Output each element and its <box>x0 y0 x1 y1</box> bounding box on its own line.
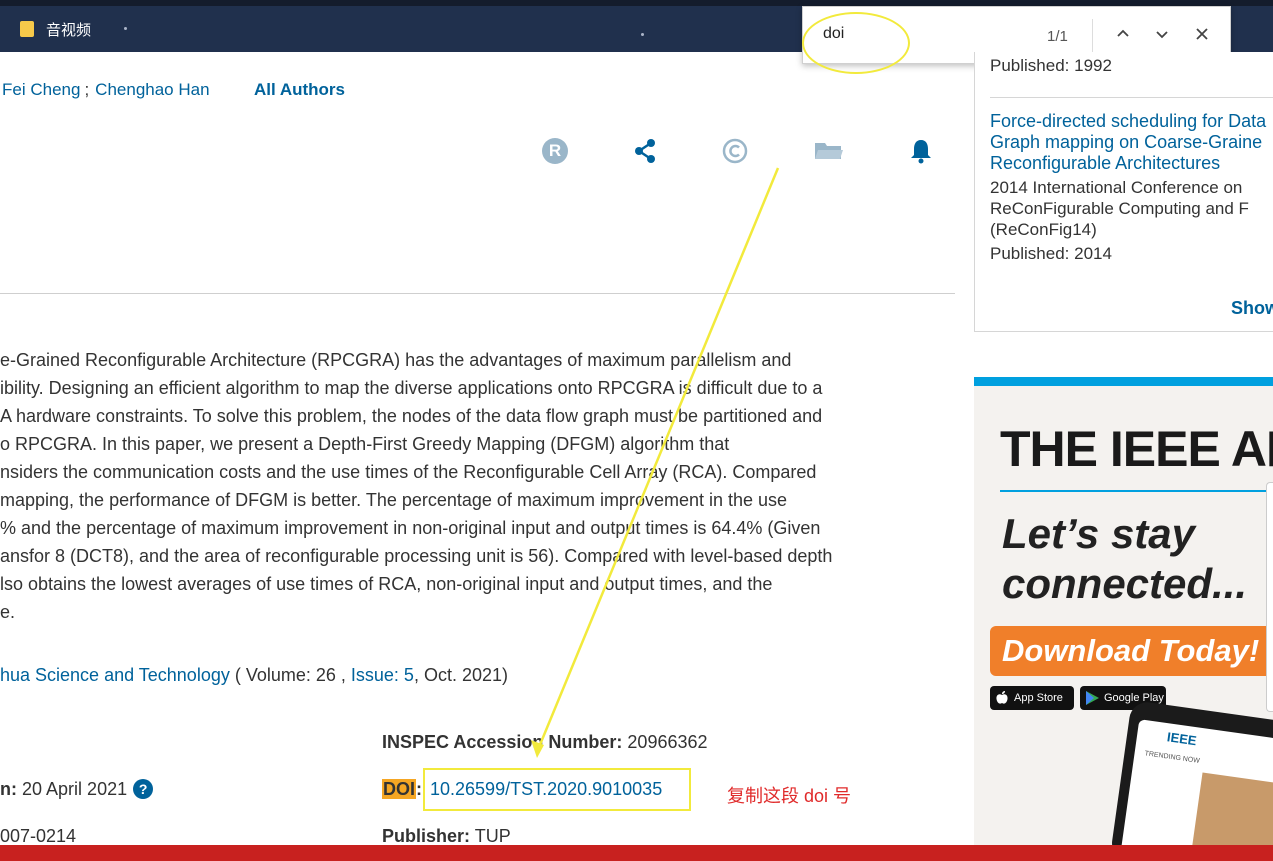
abstract-line: mapping, the performance of DFGM is bett… <box>0 490 788 510</box>
abstract-line: e. <box>0 602 16 622</box>
bookmark-dot-icon <box>124 27 127 30</box>
app-store-label: App Store <box>1014 692 1063 704</box>
chevron-down-icon <box>1156 31 1168 39</box>
bookmark-dot-icon <box>641 33 644 36</box>
phone-section: TRENDING NOW <box>1144 750 1201 765</box>
close-icon <box>1196 28 1208 40</box>
abstract-line: nsiders the communication costs and the … <box>0 462 817 482</box>
abstract-line: ibility. Designing an efficient algorith… <box>0 378 823 398</box>
ad-tagline: Let’s stay <box>1002 510 1195 557</box>
abstract-text: e-Grained Reconfigurable Architecture (R… <box>0 346 945 626</box>
pubdate-label: n: <box>0 779 17 799</box>
pubdate-value: 20 April 2021 <box>22 779 128 799</box>
publisher-label: Publisher: <box>382 826 471 846</box>
issue-date: , Oct. 2021) <box>413 665 508 685</box>
author-link[interactable]: Fei Cheng <box>2 80 80 99</box>
ad-divider <box>1000 490 1273 492</box>
bottom-bar <box>0 845 1273 861</box>
phone-photo <box>1189 772 1273 845</box>
find-divider <box>1092 19 1093 53</box>
related-divider <box>990 97 1273 98</box>
apple-icon <box>996 691 1008 704</box>
publication-info: hua Science and Technology ( Volume: 26 … <box>0 665 508 686</box>
abstract-line: lso obtains the lowest averages of use t… <box>0 574 773 594</box>
publisher: Publisher: TUP <box>382 826 511 847</box>
app-store-badge[interactable]: App Store <box>990 686 1074 710</box>
find-previous-button[interactable] <box>1109 21 1137 49</box>
ieee-app-ad[interactable]: THE IEEE AP Let’s stay connected... Down… <box>974 386 1273 845</box>
side-scroll-tab[interactable] <box>1266 482 1273 712</box>
folder-icon[interactable] <box>20 21 34 37</box>
related-title-line: Reconfigurable Architectures <box>990 153 1221 173</box>
find-next-button[interactable] <box>1148 21 1176 49</box>
google-play-icon <box>1086 691 1099 705</box>
related-conference-line: (ReConFig14) <box>990 220 1097 239</box>
annotation-note: 复制这段 doi 号 <box>727 786 852 806</box>
all-authors-link[interactable]: All Authors <box>254 80 345 100</box>
folder-icon[interactable] <box>814 138 844 164</box>
abstract-line: % and the percentage of maximum improvem… <box>0 518 821 538</box>
ad-tagline: connected... <box>1002 560 1248 607</box>
rights-icon[interactable]: R <box>542 138 568 164</box>
annotation-ellipse <box>802 12 910 74</box>
related-published: Published: 2014 <box>990 244 1112 263</box>
author-separator: ; <box>84 80 90 99</box>
phone-brand: IEEE <box>1166 729 1198 749</box>
section-divider <box>0 293 955 294</box>
publisher-value: TUP <box>474 826 511 846</box>
inspec-accession: INSPEC Accession Number: 20966362 <box>382 732 708 753</box>
ad-accent-bar <box>974 377 1273 386</box>
inspec-value: 20966362 <box>627 732 708 752</box>
publication-date: n: 20 April 2021? <box>0 779 154 800</box>
phone-screen: IEEE TRENDING NOW <box>1119 719 1273 845</box>
download-button[interactable]: Download Today! <box>990 626 1273 676</box>
author-link[interactable]: Chenghao Han <box>95 80 209 99</box>
volume-text: ( Volume: 26 , <box>229 665 351 685</box>
doi-colon: : <box>416 779 423 799</box>
inspec-label: INSPEC Accession Number: <box>382 732 623 752</box>
doi-link[interactable]: 10.26599/TST.2020.9010035 <box>430 779 662 800</box>
issn-fragment: 007-0214 <box>0 826 77 846</box>
ad-headline: THE IEEE AP <box>1000 421 1273 477</box>
issue-link[interactable]: Issue: 5 <box>351 665 414 685</box>
doi-label: DOI <box>382 779 417 799</box>
related-conference-line: ReConFigurable Computing and F <box>990 199 1249 218</box>
copyright-icon[interactable] <box>722 138 748 164</box>
help-icon[interactable]: ? <box>133 779 154 799</box>
find-close-button[interactable] <box>1188 21 1216 49</box>
chevron-up-icon <box>1117 29 1129 37</box>
bookmark-folder-label[interactable]: 音视频 <box>46 19 91 40</box>
related-title-line: Graph mapping on Coarse-Graine <box>990 132 1263 152</box>
bell-icon[interactable] <box>908 138 934 164</box>
doi-row: DOI: <box>382 779 422 800</box>
phone-illustration: IEEE TRENDING NOW <box>1109 699 1273 845</box>
related-title-line: Force-directed scheduling for Data <box>990 111 1267 131</box>
abstract-line: e-Grained Reconfigurable Architecture (R… <box>0 350 792 370</box>
abstract-line: ansfor 8 (DCT8), and the area of reconfi… <box>0 546 833 566</box>
find-match-count: 1/1 <box>1047 28 1068 45</box>
abstract-line: A hardware constraints. To solve this pr… <box>0 406 823 426</box>
related-conference-line: 2014 International Conference on <box>990 178 1243 197</box>
share-icon[interactable] <box>633 138 659 164</box>
related-published: Published: 1992 <box>990 56 1112 75</box>
journal-link[interactable]: hua Science and Technology <box>0 665 230 685</box>
related-conference: 2014 International Conference on ReConFi… <box>990 177 1273 240</box>
abstract-line: o RPCGRA. In this paper, we present a De… <box>0 434 730 454</box>
show-more-link[interactable]: Show <box>1231 298 1273 319</box>
related-article-link[interactable]: Force-directed scheduling for Data Graph… <box>990 111 1273 174</box>
author-list: Fei Cheng; Chenghao Han <box>2 80 210 100</box>
